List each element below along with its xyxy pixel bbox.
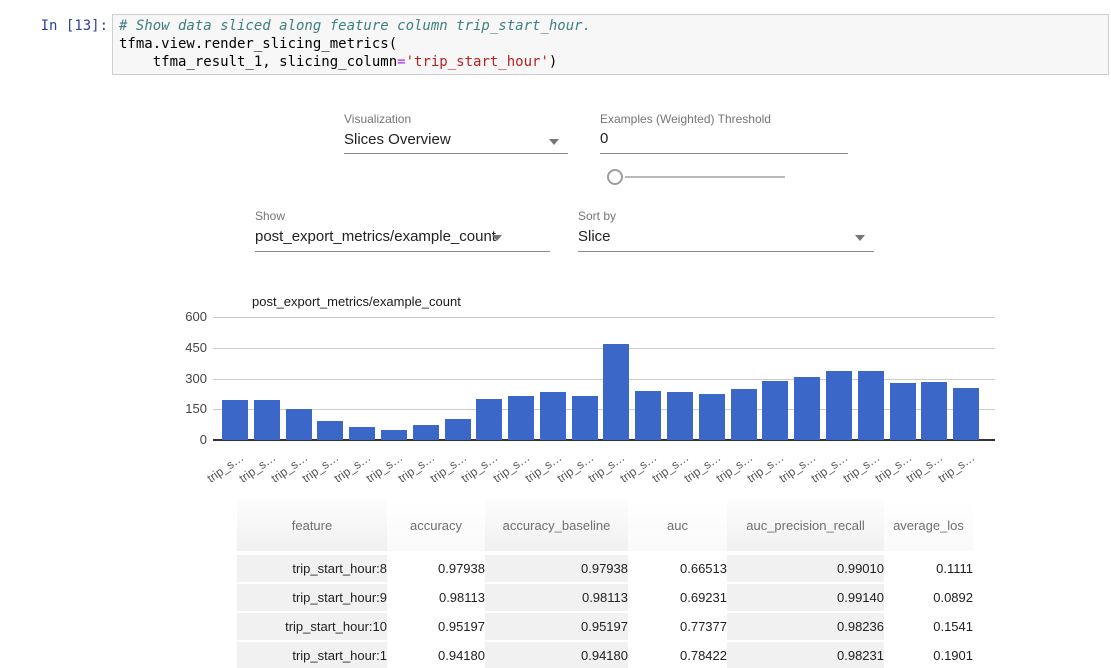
metrics-table: featureaccuracyaccuracy_baselineaucauc_p… (237, 499, 973, 668)
y-axis-tick-label: 450 (157, 339, 207, 357)
y-axis-tick-label: 300 (157, 370, 207, 388)
table-cell: 0.94180 (387, 640, 485, 668)
bar[interactable] (921, 382, 947, 440)
table-cell: 0.98231 (727, 640, 884, 668)
bar[interactable] (540, 392, 566, 440)
table-cell: 0.66513 (628, 553, 727, 582)
bar[interactable] (349, 427, 375, 440)
table-cell: trip_start_hour:10 (237, 611, 387, 640)
bar[interactable] (603, 344, 629, 440)
bar[interactable] (413, 425, 439, 440)
bar[interactable] (572, 396, 598, 440)
table-cell: 0.0892 (884, 582, 973, 611)
bar[interactable] (667, 392, 693, 440)
table-cell: trip_start_hour:1 (237, 640, 387, 668)
bar[interactable] (826, 371, 852, 440)
bar[interactable] (762, 381, 788, 440)
table-cell: 0.95197 (485, 611, 628, 640)
bar[interactable] (953, 388, 979, 440)
bar[interactable] (508, 396, 534, 440)
table-cell: 0.99010 (727, 553, 884, 582)
bar[interactable] (890, 383, 916, 440)
bar[interactable] (731, 389, 757, 440)
y-axis-tick-label: 600 (157, 308, 207, 326)
table-cell: 0.98113 (485, 582, 628, 611)
bar[interactable] (222, 400, 248, 440)
table-cell: 0.95197 (387, 611, 485, 640)
table-cell: 0.98236 (727, 611, 884, 640)
column-header-accuracy_baseline[interactable]: accuracy_baseline (485, 499, 628, 553)
bar[interactable] (635, 391, 661, 440)
bar[interactable] (699, 394, 725, 440)
bar-chart: 0150300450600trip_s…trip_s…trip_s…trip_s… (0, 0, 1111, 500)
x-axis-tick-label: trip_s… (204, 450, 246, 485)
table-cell: 0.1111 (884, 553, 973, 582)
bar[interactable] (445, 419, 471, 440)
bar[interactable] (381, 430, 407, 440)
chart-gridline (213, 317, 995, 318)
table-cell: 0.98113 (387, 582, 485, 611)
table-cell: 0.69231 (628, 582, 727, 611)
table-cell: 0.99140 (727, 582, 884, 611)
table-cell: trip_start_hour:8 (237, 553, 387, 582)
column-header-auc_precision_recall[interactable]: auc_precision_recall (727, 499, 884, 553)
table-cell: 0.77377 (628, 611, 727, 640)
column-header-feature[interactable]: feature (237, 499, 387, 553)
bar[interactable] (254, 400, 280, 440)
column-header-auc[interactable]: auc (628, 499, 727, 553)
table-row: trip_start_hour:100.951970.951970.773770… (237, 611, 973, 640)
bar[interactable] (286, 409, 312, 440)
bar[interactable] (317, 421, 343, 440)
column-header-average_los[interactable]: average_los (884, 499, 973, 553)
notebook-output-area: In [13]: # Show data sliced along featur… (0, 0, 1111, 668)
y-axis-tick-label: 150 (157, 400, 207, 418)
table-cell: 0.97938 (485, 553, 628, 582)
bar[interactable] (794, 377, 820, 440)
table-header-row: featureaccuracyaccuracy_baselineaucauc_p… (237, 499, 973, 553)
table-cell: trip_start_hour:9 (237, 582, 387, 611)
table-cell: 0.1541 (884, 611, 973, 640)
table-cell: 0.78422 (628, 640, 727, 668)
table-row: trip_start_hour:80.979380.979380.665130.… (237, 553, 973, 582)
table-cell: 0.97938 (387, 553, 485, 582)
bar[interactable] (476, 399, 502, 440)
table-row: trip_start_hour:90.981130.981130.692310.… (237, 582, 973, 611)
table-cell: 0.94180 (485, 640, 628, 668)
y-axis-tick-label: 0 (157, 431, 207, 449)
table-cell: 0.1901 (884, 640, 973, 668)
table-row: trip_start_hour:10.941800.941800.784220.… (237, 640, 973, 668)
bar[interactable] (858, 371, 884, 440)
column-header-accuracy[interactable]: accuracy (387, 499, 485, 553)
